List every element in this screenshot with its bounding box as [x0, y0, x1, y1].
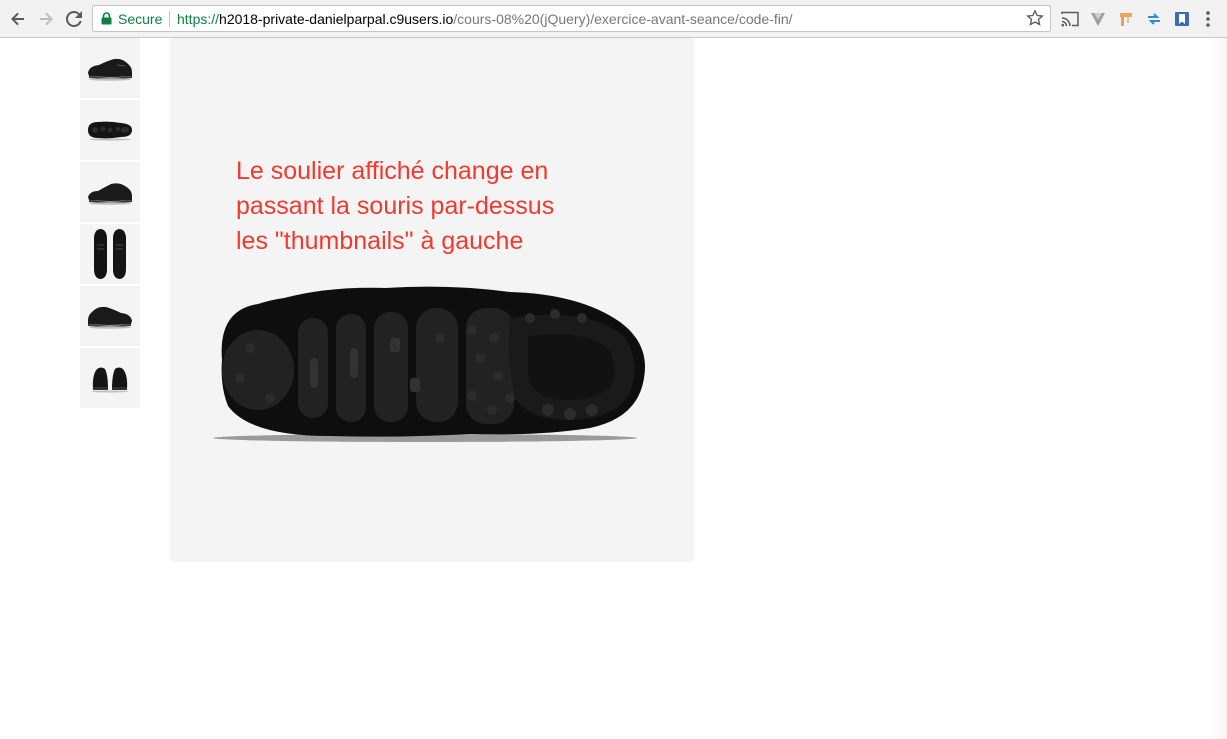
shoe-side-image: [88, 58, 132, 81]
shoe-side-angle-image: [88, 183, 132, 205]
shoe-sole-large-image: [213, 286, 645, 442]
url-host: h2018-private-danielparpal.c9users.io: [219, 11, 454, 27]
browser-toolbar: Secure https://h2018-private-danielparpa…: [0, 0, 1227, 38]
cast-icon: [1061, 11, 1079, 27]
thumbnail-shoe-top[interactable]: [80, 224, 140, 284]
back-button[interactable]: [7, 8, 29, 30]
extension-arrows-button[interactable]: [1145, 10, 1163, 28]
caption-line: les "thumbnails" à gauche: [236, 227, 524, 255]
caption-line: passant la souris par-dessus: [236, 192, 555, 220]
instruction-caption: Le soulier affiché change en passant la …: [236, 154, 616, 259]
extension-tool-button[interactable]: [1117, 10, 1135, 28]
thumbnail-shoe-sole[interactable]: [80, 100, 140, 160]
thumbnail-shoe-side-angle[interactable]: [80, 162, 140, 222]
thumbnail-shoe-front[interactable]: [80, 348, 140, 408]
cast-button[interactable]: [1061, 10, 1079, 28]
secure-label: Secure: [118, 11, 163, 27]
thumbnail-shoe-side-other[interactable]: [80, 286, 140, 346]
url-path: /cours-08%20(jQuery)/exercice-avant-sean…: [453, 11, 793, 27]
shoe-side-other-image: [88, 306, 132, 329]
address-bar[interactable]: Secure https://h2018-private-danielparpa…: [92, 5, 1051, 32]
shoe-front-image: [92, 367, 128, 393]
more-menu-button[interactable]: [1199, 10, 1217, 28]
more-menu-icon: [1206, 11, 1210, 27]
main-shoe-display: Le soulier affiché change en passant la …: [170, 38, 694, 562]
page-edge-shadow: [1209, 38, 1227, 739]
thumbnail-shoe-side[interactable]: [80, 38, 140, 98]
extension-v-icon: [1091, 13, 1105, 26]
address-divider: [169, 11, 170, 27]
extension-arrows-icon: [1148, 13, 1160, 25]
extension-v-button[interactable]: [1089, 10, 1107, 28]
url-scheme: https://: [177, 11, 220, 27]
caption-line: Le soulier affiché change en: [236, 157, 549, 185]
forward-button[interactable]: [35, 8, 57, 30]
extension-bookmark-icon: [1175, 12, 1189, 26]
bookmark-star-icon[interactable]: [1026, 9, 1044, 27]
reload-button[interactable]: [63, 8, 85, 30]
shoe-sole-image: [88, 121, 132, 141]
lock-icon: [101, 12, 112, 25]
back-icon: [11, 12, 24, 26]
thumbnail-list: [80, 38, 140, 410]
extension-bookmark-button[interactable]: [1173, 10, 1191, 28]
forward-icon: [40, 12, 53, 26]
url-text[interactable]: https://h2018-private-danielparpal.c9use…: [177, 11, 793, 27]
reload-icon: [66, 11, 82, 27]
shoe-top-image: [94, 229, 126, 279]
extension-tool-icon: [1120, 13, 1132, 26]
